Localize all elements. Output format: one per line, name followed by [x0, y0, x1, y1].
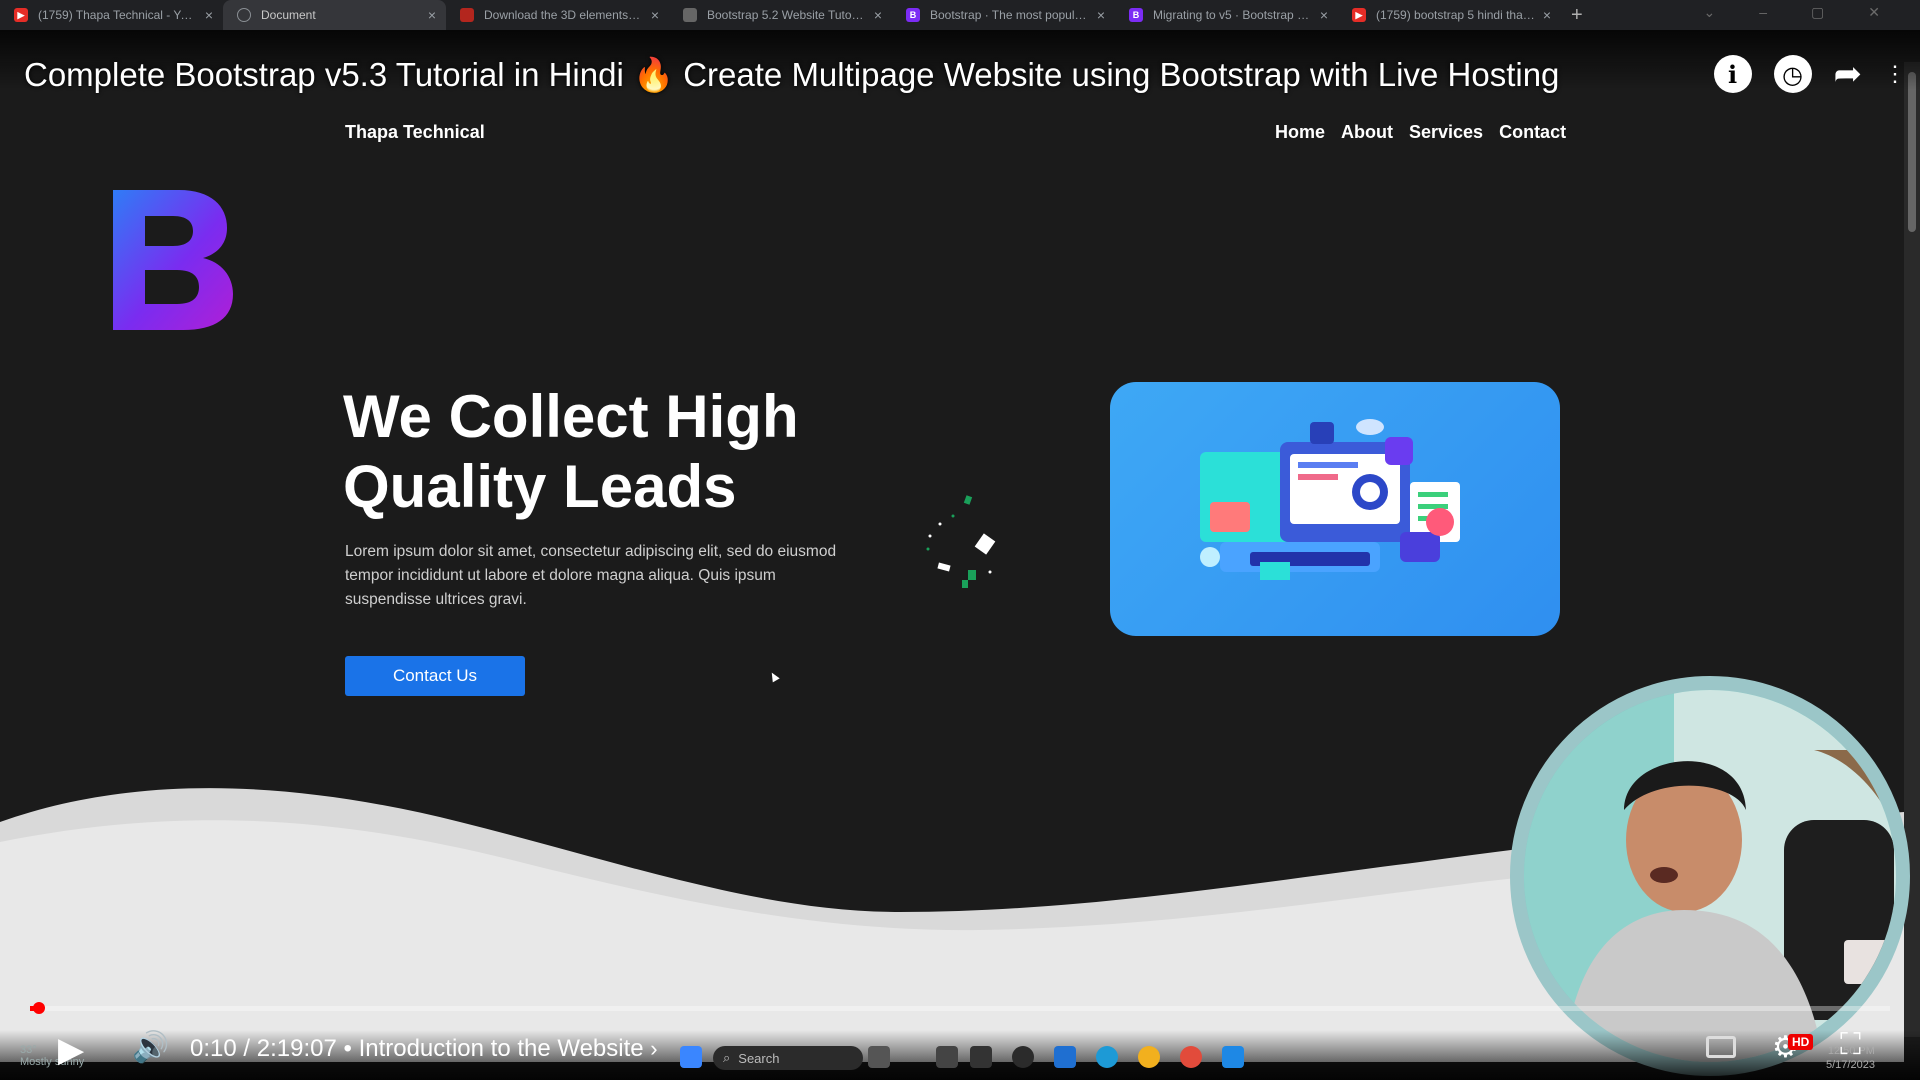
- globe-icon: [237, 8, 251, 22]
- site-nav: Home About Services Contact: [1275, 122, 1566, 143]
- screen: ▶ (1759) Thapa Technical - YouTube × Doc…: [0, 0, 1920, 1080]
- browser-tab-strip: ▶ (1759) Thapa Technical - YouTube × Doc…: [0, 0, 1920, 30]
- weather-temp: 33°: [20, 1044, 37, 1056]
- maximize-icon[interactable]: ▢: [1811, 4, 1824, 21]
- browser-tab[interactable]: ▶ (1759) Thapa Technical - YouTube ×: [0, 0, 223, 30]
- task-view-icon[interactable]: [936, 1046, 958, 1068]
- nav-services[interactable]: Services: [1409, 122, 1483, 143]
- browser-tab[interactable]: Bootstrap 5.2 Website Tutorial ×: [669, 0, 892, 30]
- file-explorer-icon[interactable]: [868, 1046, 890, 1068]
- bootstrap-icon: B: [906, 8, 920, 22]
- more-options-icon[interactable]: ⋮: [1884, 61, 1906, 87]
- chapter-title[interactable]: Introduction to the Website: [359, 1035, 644, 1062]
- taskbar-search[interactable]: ⌕ Search: [713, 1046, 863, 1070]
- chevron-right-icon[interactable]: ›: [650, 1036, 657, 1061]
- 3d-icon: [460, 8, 474, 22]
- tab-title: (1759) bootstrap 5 hindi thapa: [1376, 8, 1535, 22]
- youtube-icon: ▶: [14, 8, 28, 22]
- close-tab-icon[interactable]: ×: [874, 7, 882, 23]
- hero-illustration: [1110, 382, 1560, 636]
- notion-icon[interactable]: [970, 1046, 992, 1068]
- browser-tab[interactable]: B Bootstrap · The most popular HT ×: [892, 0, 1115, 30]
- time-separator: /: [243, 1035, 257, 1062]
- video-title[interactable]: Complete Bootstrap v5.3 Tutorial in Hind…: [24, 56, 1559, 95]
- captions-icon[interactable]: [1706, 1036, 1736, 1058]
- video-top-actions: i ◷ ➦ ⋮: [1713, 54, 1906, 94]
- close-tab-icon[interactable]: ×: [1097, 7, 1105, 23]
- share-icon[interactable]: ➦: [1834, 54, 1863, 94]
- nav-contact[interactable]: Contact: [1499, 122, 1566, 143]
- close-tab-icon[interactable]: ×: [651, 7, 659, 23]
- bootstrap-logo: [113, 190, 233, 330]
- chapter-separator: •: [343, 1035, 359, 1062]
- video-title-bar: Complete Bootstrap v5.3 Tutorial in Hind…: [0, 30, 1920, 93]
- browser-tab[interactable]: Download the 3D elements for g ×: [446, 0, 669, 30]
- hero-heading: We Collect High Quality Leads: [343, 383, 799, 520]
- marketing-3d-illustration: [1200, 419, 1460, 580]
- edge-icon[interactable]: [1096, 1046, 1118, 1068]
- bootstrap-icon: B: [1129, 8, 1143, 22]
- webstorm-icon[interactable]: [1054, 1046, 1076, 1068]
- play-icon[interactable]: ▶: [58, 1030, 84, 1070]
- page-icon: [683, 8, 697, 22]
- new-tab-button[interactable]: +: [1571, 4, 1583, 27]
- tab-title: Download the 3D elements for g: [484, 8, 643, 22]
- app-icon[interactable]: [1012, 1046, 1034, 1068]
- tab-title: (1759) Thapa Technical - YouTube: [38, 8, 197, 22]
- tab-title: Migrating to v5 · Bootstrap v5.3: [1153, 8, 1312, 22]
- tab-title: Document: [261, 8, 316, 22]
- nav-home[interactable]: Home: [1275, 122, 1325, 143]
- loading-spinner-icon: [926, 495, 996, 588]
- minimize-icon[interactable]: –: [1759, 4, 1767, 21]
- search-icon: ⌕: [723, 1050, 731, 1065]
- close-tab-icon[interactable]: ×: [1320, 7, 1328, 23]
- browser-tab-active[interactable]: Document ×: [223, 0, 446, 30]
- tab-search-icon[interactable]: ⌄: [1704, 4, 1716, 21]
- hero-text: Lorem ipsum dolor sit amet, consectetur …: [345, 543, 837, 608]
- volume-icon[interactable]: 🔊: [132, 1030, 169, 1065]
- tab-title: Bootstrap 5.2 Website Tutorial: [707, 8, 866, 22]
- vscode-icon[interactable]: [1222, 1046, 1244, 1068]
- close-tab-icon[interactable]: ×: [1543, 7, 1551, 23]
- video-time-display: 0:10 / 2:19:07 • Introduction to the Web…: [190, 1035, 658, 1063]
- info-icon[interactable]: i: [1713, 55, 1752, 93]
- browser-tab[interactable]: B Migrating to v5 · Bootstrap v5.3 ×: [1115, 0, 1338, 30]
- close-tab-icon[interactable]: ×: [205, 7, 213, 23]
- chrome-icon[interactable]: [1138, 1046, 1160, 1068]
- browser-tab[interactable]: ▶ (1759) bootstrap 5 hindi thapa ×: [1338, 0, 1561, 30]
- site-brand[interactable]: Thapa Technical: [345, 122, 485, 143]
- tab-title: Bootstrap · The most popular HT: [930, 8, 1089, 22]
- video-progress-bar[interactable]: [30, 1002, 1890, 1014]
- close-window-icon[interactable]: ✕: [1868, 4, 1880, 21]
- nav-about[interactable]: About: [1341, 122, 1393, 143]
- presenter-facecam: [1510, 676, 1910, 1076]
- scrollbar-thumb[interactable]: [1908, 72, 1916, 232]
- youtube-icon: ▶: [1352, 8, 1366, 22]
- contact-us-button[interactable]: Contact Us: [345, 656, 525, 696]
- taskbar-search-placeholder: Search: [738, 1050, 780, 1066]
- windows-start-icon[interactable]: [680, 1046, 702, 1068]
- watch-later-clock-icon[interactable]: ◷: [1773, 55, 1812, 93]
- window-controls: ⌄ – ▢ ✕: [1704, 4, 1881, 21]
- hd-badge: HD: [1788, 1034, 1814, 1050]
- exit-fullscreen-icon[interactable]: ⛶: [1840, 1028, 1861, 1062]
- current-time: 0:10: [190, 1035, 237, 1062]
- duration: 2:19:07: [256, 1035, 337, 1062]
- chrome-dev-icon[interactable]: [1180, 1046, 1202, 1068]
- close-tab-icon[interactable]: ×: [428, 7, 436, 23]
